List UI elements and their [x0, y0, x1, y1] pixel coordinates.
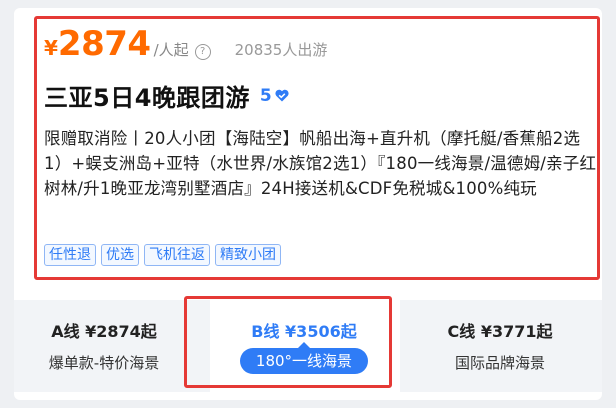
- tag-item: 任性退: [44, 244, 96, 266]
- tag-item: 优选: [101, 244, 139, 266]
- rating-badge[interactable]: 5: [260, 86, 289, 106]
- selected-option-highlight-frame: [184, 296, 392, 388]
- info-icon[interactable]: ?: [194, 44, 211, 60]
- option-subtitle: 爆单款-特价海景: [48, 354, 160, 372]
- option-title: C线 ¥3771起: [447, 322, 553, 341]
- heart-check-icon: [275, 89, 289, 102]
- product-title: 三亚5日4晚跟团游: [44, 84, 250, 112]
- sold-count: 20835人出游: [234, 41, 328, 59]
- price-amount: 2874: [57, 24, 151, 64]
- option-a[interactable]: A线 ¥2874起 爆单款-特价海景: [14, 318, 194, 373]
- tag-item: 飞机往返: [144, 244, 210, 266]
- title-row: 三亚5日4晚跟团游 5: [44, 78, 289, 113]
- product-description: 限赠取消险丨20人小团【海陆空】帆船出海+直升机（摩托艇/香蕉船2选1）+蜈支洲…: [44, 129, 597, 198]
- price-unit: /人起: [153, 41, 189, 59]
- option-subtitle: 国际品牌海景: [454, 354, 545, 372]
- price-symbol: ¥: [44, 36, 58, 60]
- option-title: A线 ¥2874起: [51, 322, 157, 341]
- tag-list: 任性退 优选 飞机往返 精致小团: [44, 244, 281, 266]
- tag-item: 精致小团: [215, 244, 281, 266]
- rating-value: 5: [259, 85, 272, 106]
- price-row: ¥ 2874 /人起 ? 20835人出游: [44, 24, 327, 64]
- option-c[interactable]: C线 ¥3771起 国际品牌海景: [410, 318, 590, 373]
